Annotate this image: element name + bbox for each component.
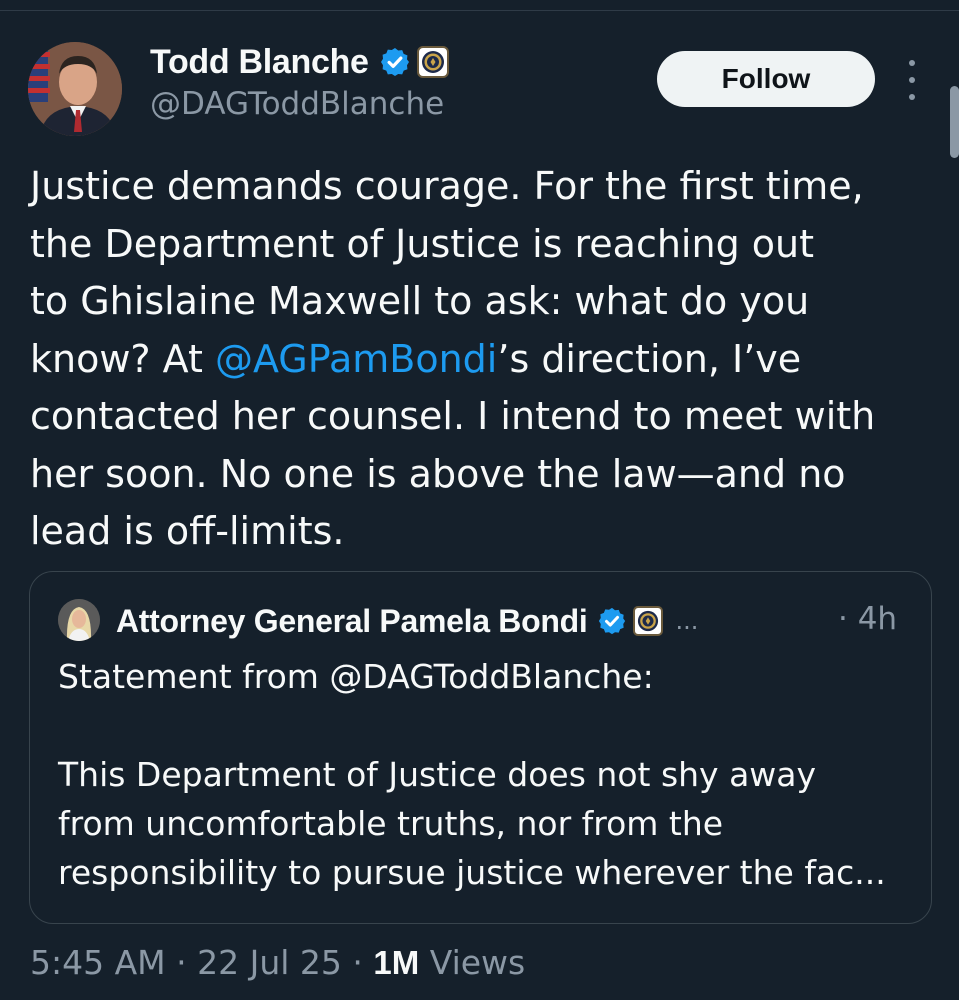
tweet-meta: 5:45 AM · 22 Jul 25 · 1M Views (30, 943, 525, 982)
quote-line: responsibility to pursue justice whereve… (58, 853, 886, 892)
tweet-line: Justice demands courage. For the first t… (30, 164, 864, 208)
more-vertical-icon[interactable] (900, 60, 924, 100)
follow-button[interactable]: Follow (657, 51, 875, 107)
doj-seal-icon (633, 606, 664, 636)
views-label: Views (419, 943, 526, 982)
tweet-line: to Ghislaine Maxwell to ask: what do you (30, 279, 810, 323)
quoted-author-avatar[interactable] (58, 599, 100, 641)
tweet-line: her soon. No one is above the law—and no (30, 451, 846, 496)
tweet-text-segment: ’s direction, I’ve (497, 336, 802, 381)
verified-badge-icon (599, 607, 626, 635)
tweet-text: Justice demands courage. For the first t… (30, 158, 935, 561)
post-time[interactable]: 5:45 AM (30, 943, 166, 982)
separator: · (165, 943, 198, 982)
dot (909, 94, 915, 100)
quoted-author-name-row: Attorney General Pamela Bondi ... (116, 600, 698, 642)
dot (909, 77, 915, 83)
tweet-line: know? At @AGPamBondi’s direction, I’ve (30, 331, 935, 389)
author-avatar[interactable] (28, 42, 122, 136)
quote-line: This Department of Justice does not shy … (58, 755, 817, 794)
scrollbar[interactable] (950, 86, 959, 158)
author-name-row: Todd Blanche (150, 40, 449, 84)
author-display-name[interactable]: Todd Blanche (150, 43, 369, 82)
post-date[interactable]: 22 Jul 25 (197, 943, 342, 982)
top-divider (0, 10, 959, 11)
quoted-tweet-timestamp[interactable]: · 4h (838, 601, 897, 637)
tweet-line: lead is off-limits. (30, 509, 345, 553)
separator: · (341, 943, 374, 982)
quote-line: Statement from @DAGToddBlanche: (58, 657, 654, 696)
tweet-line: the Department of Justice is reaching ou… (30, 221, 815, 266)
tweet-text-segment: know? At (30, 336, 215, 381)
doj-seal-icon[interactable] (416, 46, 449, 78)
mention-link[interactable]: @AGPamBondi (215, 337, 497, 381)
name-truncation: ... (675, 607, 699, 635)
views-count[interactable]: 1M (373, 944, 419, 981)
tweet-line: contacted her counsel. I intend to meet … (30, 394, 876, 438)
tweet-detail-view: Todd Blanche @DAGToddBlanche Follow Just… (0, 0, 959, 1000)
author-handle[interactable]: @DAGToddBlanche (150, 86, 444, 122)
dot (909, 60, 915, 66)
quote-line: from uncomfortable truths, nor from the (58, 804, 724, 843)
quoted-author-name: Attorney General Pamela Bondi (116, 602, 588, 639)
profile-photo-icon (28, 42, 122, 136)
profile-photo-icon (58, 599, 100, 641)
quote-line (58, 701, 918, 750)
quoted-tweet-text: Statement from @DAGToddBlanche: This Dep… (58, 652, 918, 897)
verified-badge-icon (380, 48, 409, 76)
